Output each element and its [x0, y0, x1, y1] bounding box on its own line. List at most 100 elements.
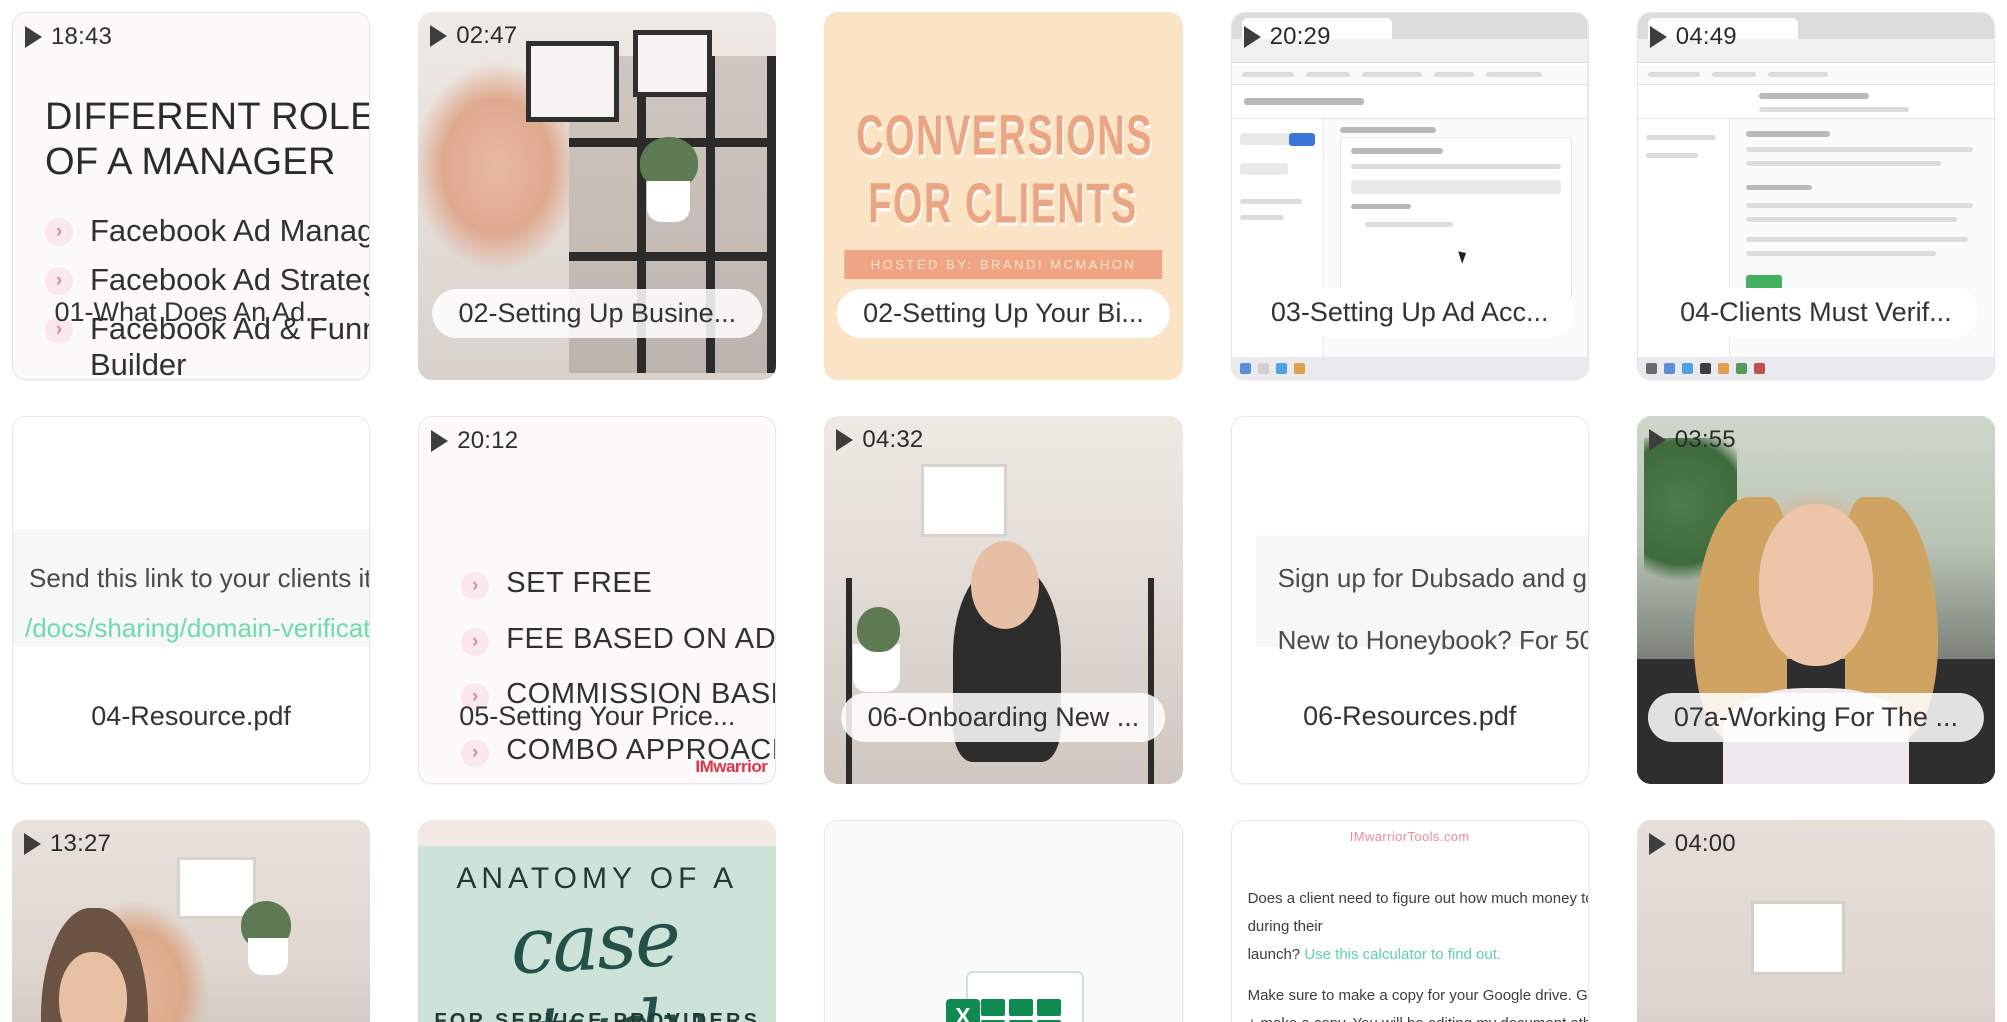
gallery-card[interactable]: CONVERSIONS FOR CLIENTS HOSTED BY: BRAND… — [824, 12, 1183, 380]
chevron-right-icon: › — [461, 572, 490, 600]
play-icon — [1648, 429, 1666, 451]
chevron-right-icon: › — [45, 218, 73, 246]
watermark: IMwarrior — [695, 757, 768, 776]
card-title[interactable]: 06-Onboarding New ... — [841, 693, 1166, 742]
mint-script-headline: case study — [495, 893, 705, 1022]
page-sidebar — [1637, 119, 1731, 379]
cream-headline-line2: FOR CLIENTS — [868, 171, 1139, 235]
os-taskbar — [1231, 357, 1588, 379]
document-thumbnail: IMwarriorTools.com Does a client need to… — [1231, 821, 1588, 1022]
card-title[interactable]: 05-Setting Your Price... — [433, 692, 761, 741]
bullet-text: SET FREE — [506, 567, 653, 599]
picture-frame-decor — [1751, 900, 1845, 975]
duration-text: 03:55 — [1674, 426, 1736, 453]
chevron-right-icon: › — [461, 738, 490, 767]
gallery-card[interactable]: X — [824, 820, 1183, 1022]
plant-pot-decor — [647, 181, 691, 222]
chevron-right-icon: › — [461, 627, 490, 656]
picture-frame-decor — [176, 856, 256, 920]
gallery-card[interactable]: › SET FREE › FEE BASED ON AD SPEND › COM… — [418, 416, 777, 784]
play-icon — [1649, 26, 1667, 48]
gallery-card[interactable]: IMwarriorTools.com Does a client need to… — [1230, 820, 1589, 1022]
os-taskbar — [1637, 357, 1994, 379]
play-icon — [431, 430, 449, 452]
duration-text: 18:43 — [51, 23, 113, 50]
cream-headline-line1: CONVERSIONS — [856, 103, 1154, 167]
card-title[interactable]: 07a-Working For The ... — [1647, 693, 1984, 742]
slide-thumbnail: ANATOMY OF A case study FOR SERVICE PROV… — [418, 820, 777, 1022]
slide-top-band — [418, 820, 777, 846]
duration-badge: 02:47 — [430, 22, 517, 50]
doc-p1-tail: launch? — [1247, 945, 1305, 963]
gallery-card[interactable]: 02:47 02-Setting Up Busine... — [418, 12, 777, 380]
gallery-card[interactable]: 13:27 — [12, 820, 371, 1022]
slide-bullet-list: › SET FREE › FEE BASED ON AD SPEND › COM… — [461, 567, 777, 783]
play-icon — [1648, 833, 1666, 855]
duration-badge: 04:49 — [1649, 23, 1737, 51]
duration-badge: 04:32 — [836, 426, 923, 454]
slide-title: DIFFERENT ROLES OF A MANAGER — [45, 96, 371, 183]
doc-p1-text: Does a client need to figure out how muc… — [1247, 890, 1588, 935]
browser-bookmarks-bar — [1231, 65, 1588, 85]
duration-badge: 04:00 — [1648, 830, 1736, 858]
duration-text: 20:12 — [457, 427, 519, 454]
cream-subtitle: HOSTED BY: BRANDI MCMAHON — [844, 250, 1163, 279]
gallery-card[interactable]: Sign up for Dubsado and get 20% New to H… — [1230, 416, 1589, 784]
duration-text: 02:47 — [456, 22, 518, 49]
doc-watermark: IMwarriorTools.com — [1349, 829, 1470, 844]
doc-inline-link[interactable]: Use this calculator to find out. — [1304, 946, 1501, 963]
excel-icon: X — [945, 999, 980, 1022]
picture-frame-decor — [633, 30, 712, 97]
card-title[interactable]: 02-Setting Up Your Bi... — [837, 289, 1170, 338]
duration-text: 04:32 — [862, 426, 924, 453]
gallery-card[interactable]: ANATOMY OF A case study FOR SERVICE PROV… — [418, 820, 777, 1022]
card-title[interactable]: 06-Resources.pdf — [1277, 692, 1542, 741]
duration-badge: 20:29 — [1243, 23, 1331, 51]
video-gallery-grid: DIFFERENT ROLES OF A MANAGER › Facebook … — [0, 0, 2007, 1022]
doc-link-line: /docs/sharing/domain-verificatio — [25, 613, 370, 643]
list-item: › Facebook Ad Manager — [45, 213, 369, 249]
gallery-card[interactable]: 04:49 04-Clients Must Verif... — [1636, 12, 1995, 380]
spreadsheet-thumbnail: X — [825, 821, 1182, 1022]
doc-paragraph: Does a client need to figure out how muc… — [1248, 885, 1588, 968]
play-icon — [24, 833, 41, 855]
play-icon — [1243, 26, 1261, 48]
doc-line-1: Sign up for Dubsado and get 20% — [1277, 563, 1588, 593]
doc-body: Does a client need to figure out how muc… — [1248, 885, 1588, 1022]
picture-frame-decor — [525, 41, 619, 123]
spreadsheet-cells-icon — [980, 999, 1061, 1022]
picture-frame-decor — [921, 463, 1008, 538]
list-item: › FEE BASED ON AD SPEND — [461, 622, 777, 657]
card-title[interactable]: 01-What Does An Ad... — [29, 288, 354, 337]
mint-subheadline: FOR SERVICE PROVIDERS — [434, 1010, 761, 1022]
duration-text: 04:00 — [1674, 830, 1736, 857]
gallery-card[interactable]: 20:29 03-Setting Up Ad Acc... — [1230, 12, 1589, 380]
duration-badge: 18:43 — [25, 23, 112, 51]
page-main — [1324, 119, 1588, 379]
duration-badge: 20:12 — [431, 427, 518, 455]
browser-bookmarks-bar — [1637, 65, 1994, 85]
bullet-text: Facebook Ad Manager — [90, 213, 369, 248]
card-title[interactable]: 04-Clients Must Verif... — [1654, 288, 1978, 337]
card-title[interactable]: 03-Setting Up Ad Acc... — [1244, 288, 1575, 337]
play-icon — [25, 26, 42, 48]
doc-paragraph: Make sure to make a copy for your Google… — [1247, 987, 1588, 1022]
play-icon — [836, 429, 854, 451]
person-face — [1758, 504, 1874, 667]
gallery-card[interactable]: 04:00 — [1636, 820, 1995, 1022]
connected-assets-panel — [1340, 137, 1572, 299]
doc-line-1: Send this link to your clients it ha — [29, 563, 369, 593]
bullet-text: FEE BASED ON AD SPEND — [506, 622, 777, 655]
list-item: › SET FREE — [461, 567, 775, 601]
card-title[interactable]: 04-Resource.pdf — [65, 692, 317, 741]
page-header — [1637, 85, 1994, 119]
gallery-card[interactable]: Send this link to your clients it ha /do… — [12, 416, 371, 784]
page-sidebar — [1231, 119, 1325, 379]
duration-text: 04:49 — [1675, 23, 1737, 50]
page-header — [1231, 85, 1588, 119]
gallery-card[interactable]: 03:55 07a-Working For The ... — [1636, 416, 1995, 784]
gallery-card[interactable]: DIFFERENT ROLES OF A MANAGER › Facebook … — [12, 12, 371, 380]
card-title[interactable]: 02-Setting Up Busine... — [432, 289, 763, 338]
gallery-card[interactable]: 04:32 06-Onboarding New ... — [824, 416, 1183, 784]
play-icon — [430, 25, 448, 47]
